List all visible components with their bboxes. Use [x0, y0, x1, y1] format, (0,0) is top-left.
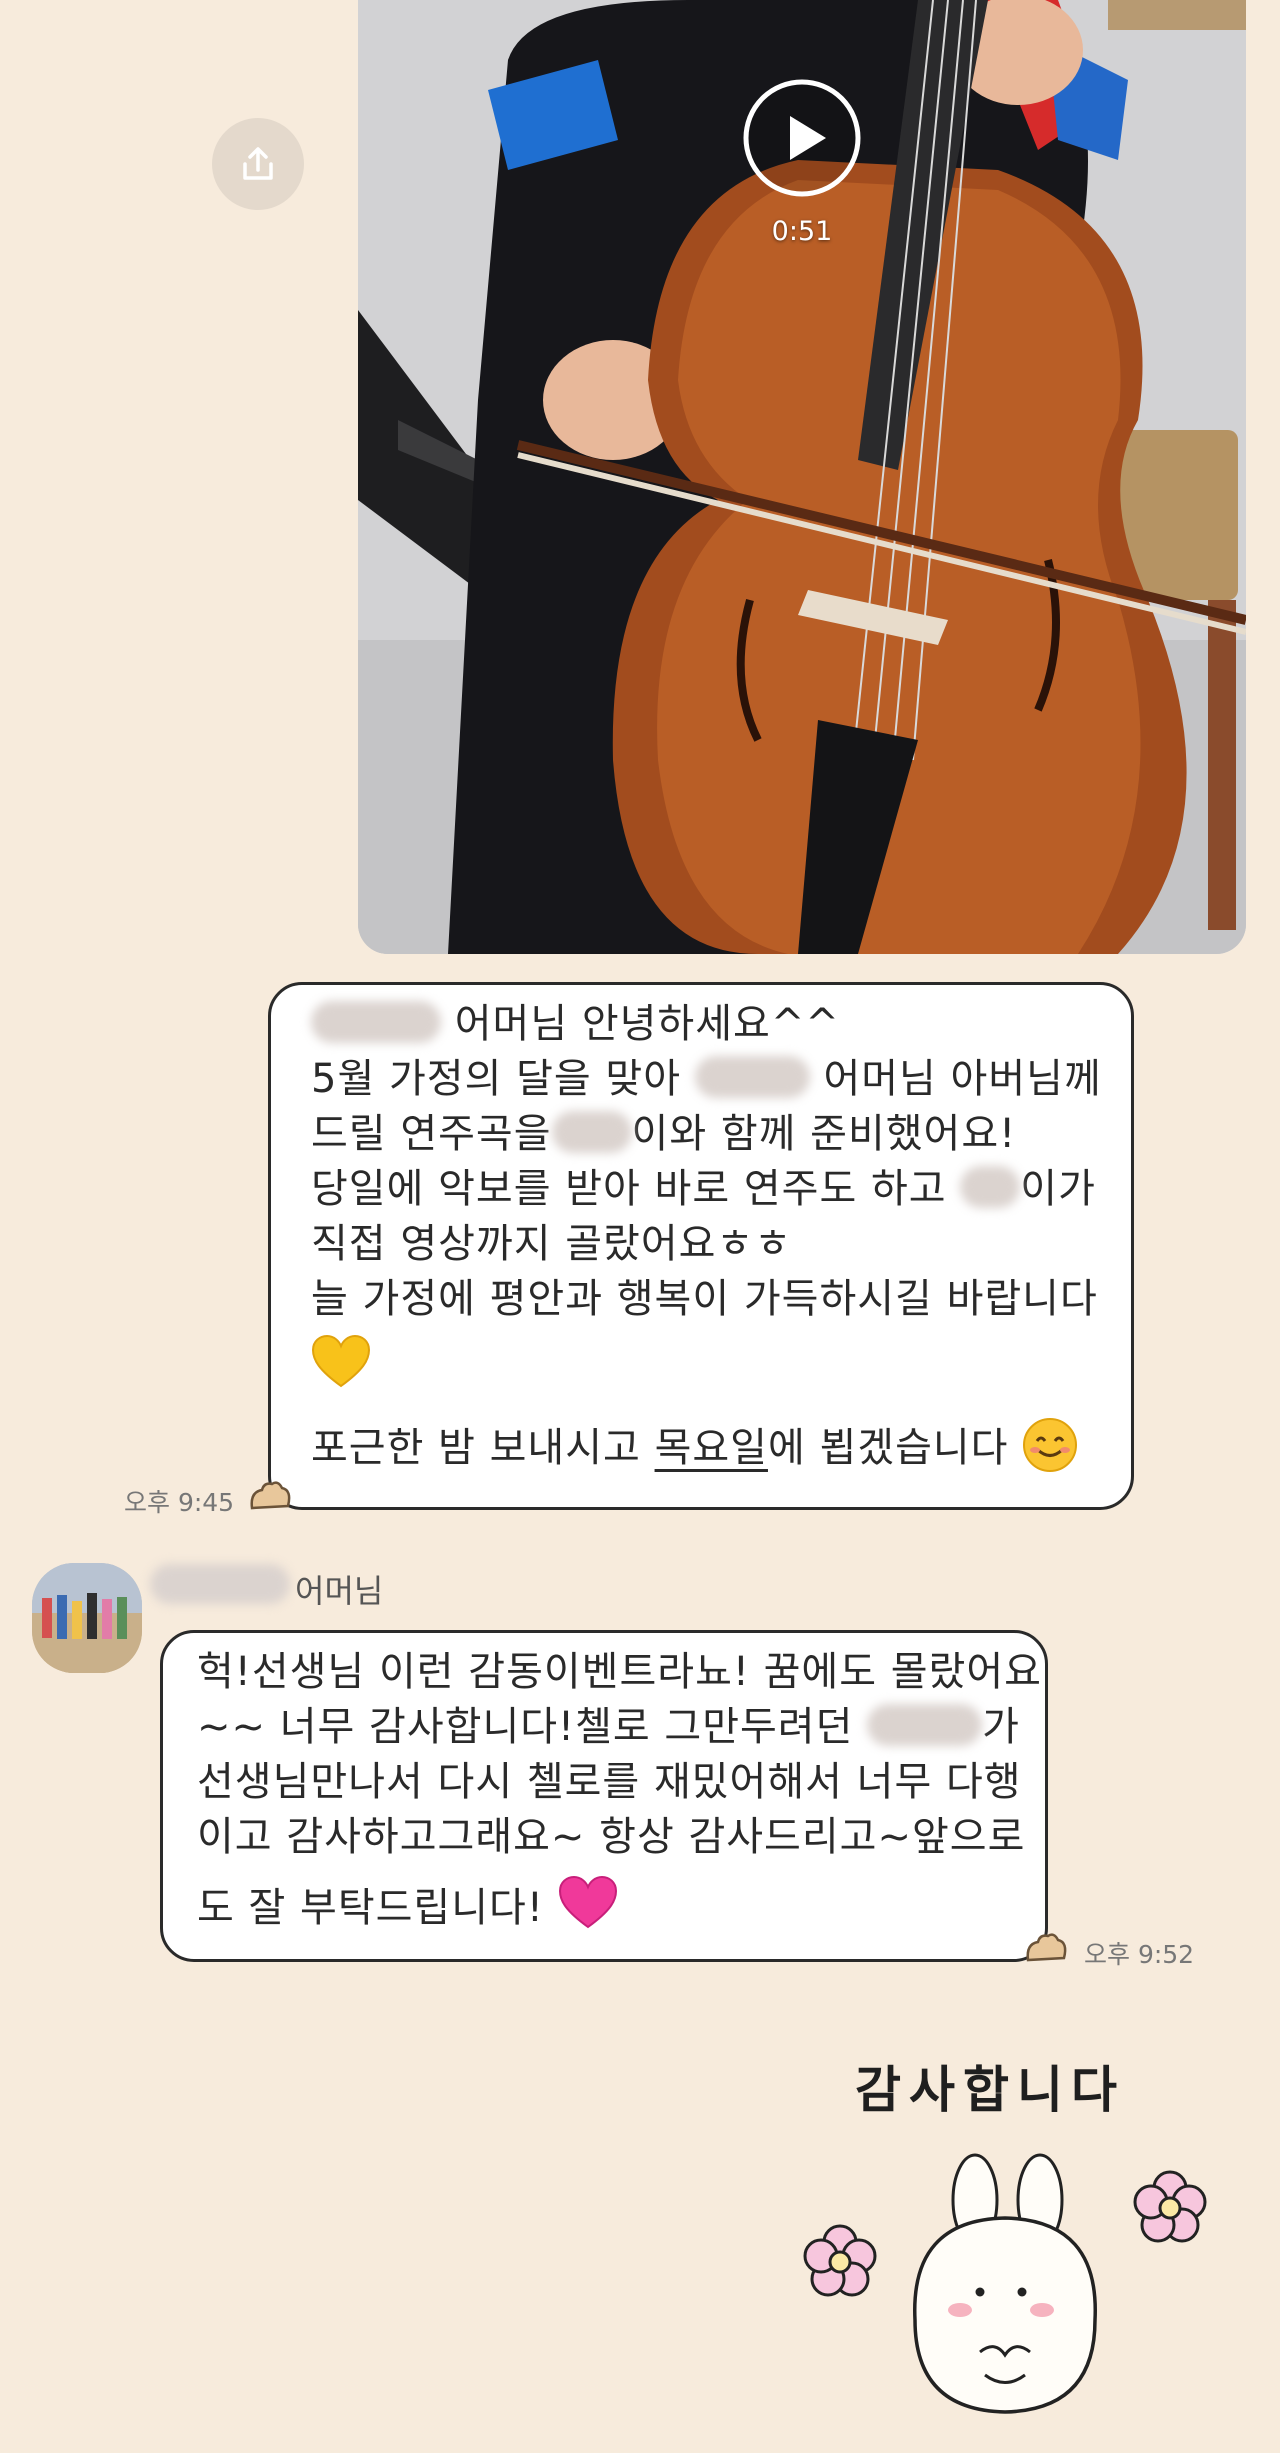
- play-icon: [743, 79, 861, 197]
- message-line: 당일에 악보를 받아 바로 연주도 하고 이가: [311, 1166, 1096, 1212]
- bunny-icon: [803, 2153, 1207, 2414]
- share-icon: [243, 147, 273, 180]
- paw-icon: [1026, 1933, 1067, 1962]
- yellow-heart-emoji: [311, 1334, 371, 1388]
- message-line: [311, 1327, 1111, 1409]
- message-time: 오후 9:45: [124, 1488, 235, 1517]
- redacted-name: [150, 1564, 290, 1604]
- redacted-name: [311, 1001, 441, 1043]
- share-button[interactable]: [212, 118, 304, 210]
- message-line: 5월 가정의 달을 맞아 어머님 아버님께: [311, 1056, 1102, 1102]
- message-line: 이고 감사하고그래요~ 항상 감사드리고~앞으로: [197, 1814, 1026, 1860]
- message-bubble-sent[interactable]: 어머님 안녕하세요^^ 5월 가정의 달을 맞아 어머님 아버님께 드릴 연주곡…: [268, 982, 1134, 1510]
- paw-icon: [250, 1481, 291, 1510]
- message-line: 드릴 연주곡을 이와 함께 준비했어요!: [311, 1111, 1017, 1157]
- message-time: 오후 9:52: [1084, 1940, 1195, 1969]
- video-duration: 0:51: [771, 216, 833, 247]
- pink-heart-emoji: [558, 1875, 617, 1929]
- smiling-face-emoji: [1023, 1418, 1078, 1472]
- redacted-name: [551, 1111, 632, 1153]
- sender-name: 어머님: [295, 1572, 384, 1610]
- redacted-name: [960, 1166, 1021, 1208]
- message-line: 어머님 안녕하세요^^: [311, 997, 1111, 1052]
- message-line: 선생님만나서 다시 첼로를 재밌어해서 너무 다행: [197, 1759, 1022, 1805]
- message-line: 도 잘 부탁드립니다!: [197, 1865, 1025, 1936]
- message-line: 헉!선생님 이런 감동이벤트라뇨! 꿈에도 몰랐어요: [197, 1649, 1042, 1695]
- video-message[interactable]: 0:51: [358, 0, 1246, 954]
- redacted-name: [694, 1056, 810, 1098]
- message-line: ~~ 너무 감사합니다!첼로 그만두려던 가: [197, 1704, 1020, 1750]
- message-bubble-received[interactable]: 헉!선생님 이런 감동이벤트라뇨! 꿈에도 몰랐어요 ~~ 너무 감사합니다!첼…: [160, 1630, 1048, 1962]
- play-button[interactable]: [742, 78, 862, 198]
- message-line: 직접 영상까지 골랐어요ㅎㅎ: [311, 1221, 793, 1267]
- redacted-name: [867, 1704, 983, 1746]
- sticker[interactable]: 감사합니다: [790, 2030, 1230, 2440]
- message-line: 포근한 밤 보내시고 목요일에 뵙겠습니다: [311, 1409, 1111, 1476]
- avatar[interactable]: [32, 1563, 142, 1673]
- message-line: 늘 가정에 평안과 행복이 가득하시길 바랍니다: [311, 1276, 1098, 1322]
- avatar-photo: [32, 1563, 142, 1673]
